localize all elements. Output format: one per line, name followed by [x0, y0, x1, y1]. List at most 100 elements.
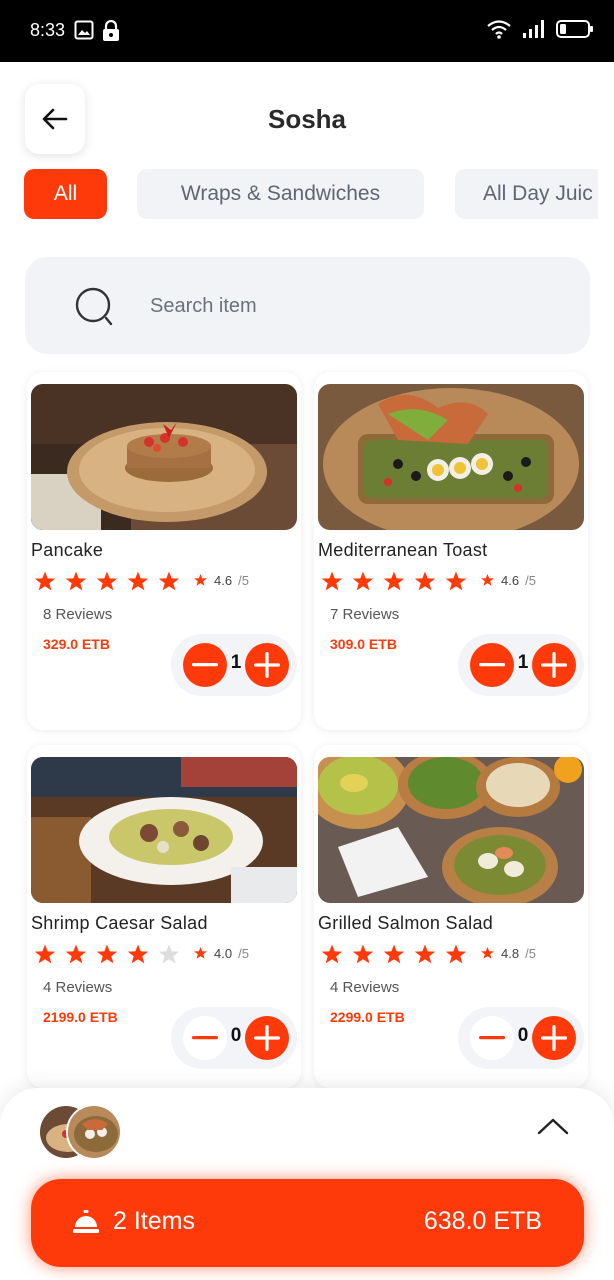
- quantity-value: 1: [230, 652, 242, 673]
- star-icon: [127, 571, 149, 591]
- decrement-button[interactable]: [183, 643, 227, 687]
- product-image-mediterranean-toast: [318, 384, 584, 530]
- product-price: 309.0 ETB: [330, 636, 397, 652]
- product-name: Pancake: [31, 540, 104, 560]
- status-bar: 8:33: [0, 0, 614, 62]
- star-icon: [414, 571, 436, 591]
- product-image-grilled-salmon-salad: [318, 757, 584, 903]
- product-name: Grilled Salmon Salad: [318, 913, 494, 933]
- star-icon: [383, 944, 405, 964]
- lock-icon: [103, 20, 119, 41]
- star-icon: [414, 944, 436, 964]
- increment-button[interactable]: [532, 1016, 576, 1060]
- star-icon: [96, 944, 118, 964]
- star-icon: [352, 944, 374, 964]
- decrement-button[interactable]: [470, 1016, 514, 1060]
- quantity-stepper: 1: [171, 634, 297, 696]
- star-icon: [352, 571, 374, 591]
- star-empty-icon: [158, 944, 180, 964]
- review-count: 8 Reviews: [43, 606, 113, 623]
- star-icon: [445, 944, 467, 964]
- search-icon: [75, 287, 113, 326]
- star-icon: [321, 571, 343, 591]
- star-icon: [65, 571, 87, 591]
- rating-value: 4.6: [214, 573, 233, 588]
- star-rating: [320, 943, 468, 967]
- product-image-shrimp-caesar-salad: [31, 757, 297, 903]
- product-name: Shrimp Caesar Salad: [31, 913, 208, 933]
- rating-suffix: /5: [238, 573, 249, 588]
- plus-icon: [541, 652, 567, 678]
- product-card-mediterranean-toast[interactable]: Mediterranean Toast 4.6 /5 7 Reviews 309…: [314, 372, 588, 730]
- quantity-stepper: 1: [458, 634, 584, 696]
- star-rating: [320, 570, 468, 594]
- product-image-pancake: [31, 384, 297, 530]
- star-icon: [65, 944, 87, 964]
- plus-icon: [541, 1025, 567, 1051]
- small-star-icon: [481, 573, 494, 586]
- product-card-grilled-salmon-salad[interactable]: Grilled Salmon Salad 4.8 /5 4 Reviews 22…: [314, 745, 588, 1088]
- category-tab-wraps-sandwiches[interactable]: Wraps & Sandwiches: [137, 169, 424, 219]
- page-title: Sosha: [267, 104, 347, 134]
- rating-value: 4.8: [501, 946, 520, 961]
- quantity-stepper: 0: [458, 1007, 584, 1069]
- cart-thumbnails: [38, 1104, 128, 1162]
- increment-button[interactable]: [245, 1016, 289, 1060]
- product-card-shrimp-caesar-salad[interactable]: Shrimp Caesar Salad 4.0 /5 4 Reviews 219…: [27, 745, 301, 1088]
- rating-value: 4.0: [214, 946, 233, 961]
- minus-icon: [192, 663, 218, 667]
- cart-item-count: 2 Items: [113, 1207, 195, 1235]
- star-rating: [33, 943, 181, 967]
- battery-icon: [556, 20, 593, 38]
- minus-icon: [192, 1036, 218, 1040]
- view-cart-button[interactable]: 2 Items 638.0 ETB: [31, 1179, 584, 1267]
- star-icon: [96, 571, 118, 591]
- plus-icon: [254, 652, 280, 678]
- quantity-value: 1: [517, 652, 529, 673]
- rating-value: 4.6: [501, 573, 520, 588]
- product-name: Mediterranean Toast: [318, 540, 488, 560]
- quantity-value: 0: [517, 1025, 529, 1046]
- wifi-icon: [487, 20, 511, 39]
- signal-icon: [523, 20, 544, 38]
- cart-total: 638.0 ETB: [423, 1207, 542, 1235]
- cart-sheet: 2 Items 638.0 ETB: [0, 1088, 614, 1280]
- search-bar: [25, 257, 590, 354]
- cart-thumbnail: [66, 1104, 122, 1160]
- minus-icon: [479, 663, 505, 667]
- increment-button[interactable]: [245, 643, 289, 687]
- rating-suffix: /5: [525, 946, 536, 961]
- quantity-value: 0: [230, 1025, 242, 1046]
- product-price: 2199.0 ETB: [43, 1009, 118, 1025]
- quantity-stepper: 0: [171, 1007, 297, 1069]
- status-time: 8:33: [30, 20, 66, 40]
- star-icon: [34, 944, 56, 964]
- increment-button[interactable]: [532, 643, 576, 687]
- product-price: 2299.0 ETB: [330, 1009, 405, 1025]
- small-star-icon: [194, 573, 207, 586]
- product-card-pancake[interactable]: Pancake 4.6 /5 8 Reviews 329.0 ETB 1: [27, 372, 301, 730]
- gallery-icon: [74, 20, 94, 40]
- cloche-icon: [73, 1210, 99, 1233]
- small-star-icon: [481, 946, 494, 959]
- chevron-up-icon[interactable]: [536, 1116, 570, 1136]
- star-icon: [34, 571, 56, 591]
- star-icon: [127, 944, 149, 964]
- star-rating: [33, 570, 181, 594]
- star-icon: [383, 571, 405, 591]
- plus-icon: [254, 1025, 280, 1051]
- rating-suffix: /5: [525, 573, 536, 588]
- review-count: 4 Reviews: [43, 979, 113, 996]
- review-count: 7 Reviews: [330, 606, 400, 623]
- decrement-button[interactable]: [470, 643, 514, 687]
- category-tab-all-day-juices[interactable]: All Day Juic: [455, 169, 598, 219]
- star-icon: [445, 571, 467, 591]
- search-input[interactable]: [150, 287, 550, 325]
- star-icon: [321, 944, 343, 964]
- product-price: 329.0 ETB: [43, 636, 110, 652]
- rating-suffix: /5: [238, 946, 249, 961]
- small-star-icon: [194, 946, 207, 959]
- category-tabs: All Wraps & Sandwiches All Day Juic: [24, 168, 598, 220]
- category-tab-all[interactable]: All: [24, 169, 107, 219]
- decrement-button[interactable]: [183, 1016, 227, 1060]
